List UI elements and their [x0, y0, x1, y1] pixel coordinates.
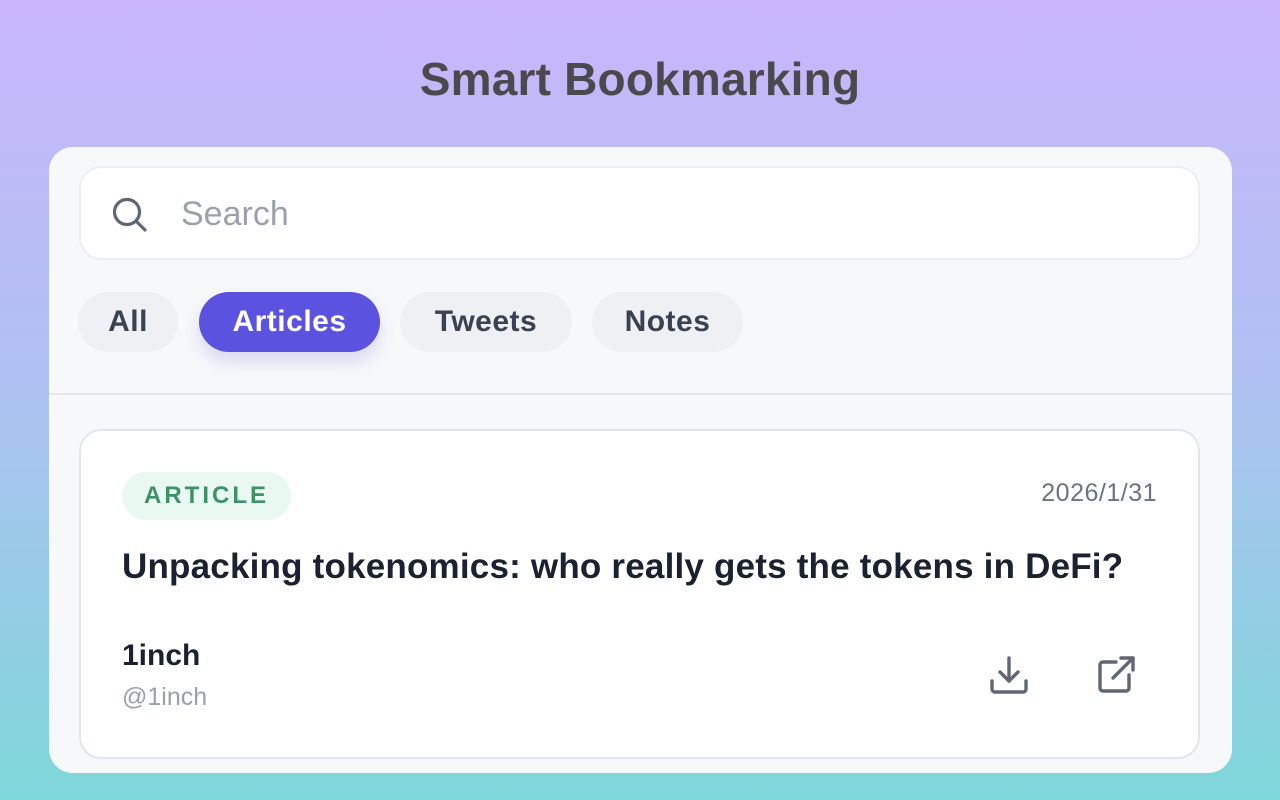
- search-input[interactable]: [181, 188, 1161, 240]
- external-link-icon: [1094, 653, 1138, 702]
- bookmark-title[interactable]: Unpacking tokenomics: who really gets th…: [122, 547, 1123, 587]
- download-button[interactable]: [985, 653, 1033, 701]
- type-badge: ARTICLE: [122, 472, 291, 520]
- divider: [49, 393, 1232, 395]
- download-icon: [987, 653, 1031, 702]
- search-icon: [111, 196, 149, 234]
- bookmark-card[interactable]: ARTICLE 2026/1/31 Unpacking tokenomics: …: [79, 429, 1200, 759]
- app-title: Smart Bookmarking: [419, 53, 861, 105]
- filter-tab-articles[interactable]: Articles: [199, 292, 380, 352]
- filter-tab-notes[interactable]: Notes: [592, 292, 743, 352]
- bookmarks-panel: All Articles Tweets Notes ARTICLE 2026/1…: [49, 147, 1232, 773]
- open-link-button[interactable]: [1092, 653, 1140, 701]
- bookmark-date: 2026/1/31: [1041, 479, 1157, 507]
- author-handle: @1inch: [122, 683, 208, 711]
- filter-tab-tweets[interactable]: Tweets: [400, 292, 572, 352]
- filter-tab-all[interactable]: All: [78, 292, 178, 352]
- search-box[interactable]: [79, 166, 1200, 260]
- author-name: 1inch: [122, 639, 201, 672]
